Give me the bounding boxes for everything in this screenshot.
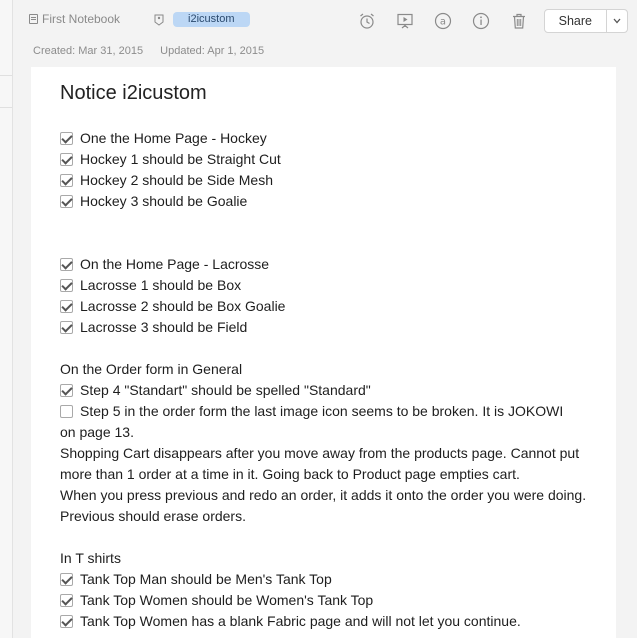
checkbox-checked[interactable]: [60, 174, 73, 187]
checklist-text: Lacrosse 3 should be Field: [80, 319, 248, 335]
note-metadata: Created: Mar 31, 2015 Updated: Apr 1, 20…: [33, 45, 278, 57]
checklist-text: Tank Top Man should be Men's Tank Top: [80, 571, 332, 587]
checkbox-checked[interactable]: [60, 258, 73, 271]
checklist-item: Step 5 in the order form the last image …: [60, 401, 600, 422]
checklist-item: On the Home Page - Lacrosse: [60, 254, 600, 275]
checkbox-checked[interactable]: [60, 384, 73, 397]
checklist-item: Hockey 1 should be Straight Cut: [60, 149, 600, 170]
checkbox-checked[interactable]: [60, 300, 73, 313]
created-date: Created: Mar 31, 2015: [33, 45, 144, 57]
checklist-item: Hockey 2 should be Side Mesh: [60, 170, 600, 191]
mention-icon[interactable]: a: [433, 11, 453, 31]
notebook-icon: [29, 14, 38, 24]
checklist-item: Lacrosse 2 should be Box Goalie: [60, 296, 600, 317]
checklist-item: One the Home Page - Hockey: [60, 128, 600, 149]
note-title[interactable]: Notice i2icustom: [60, 82, 207, 105]
presentation-icon[interactable]: [395, 11, 415, 31]
note-body[interactable]: One the Home Page - Hockey Hockey 1 shou…: [60, 128, 600, 632]
tag-pill[interactable]: i2icustom: [173, 11, 250, 27]
checklist-text: Hockey 1 should be Straight Cut: [80, 151, 281, 167]
checklist-item: Tank Top Man should be Men's Tank Top: [60, 569, 600, 590]
checkbox-checked[interactable]: [60, 153, 73, 166]
checklist-text-continued: on page 13.: [60, 424, 134, 440]
checkbox-checked[interactable]: [60, 594, 73, 607]
checklist-item: Lacrosse 3 should be Field: [60, 317, 600, 338]
svg-text:a: a: [440, 17, 446, 28]
notebook-name: First Notebook: [42, 12, 121, 26]
checkbox-checked[interactable]: [60, 615, 73, 628]
info-icon[interactable]: [471, 11, 491, 31]
checkbox-checked[interactable]: [60, 195, 73, 208]
checklist-item: Tank Top Women has a blank Fabric page a…: [60, 611, 600, 632]
checklist-text: Tank Top Women should be Women's Tank To…: [80, 592, 374, 608]
checklist-text: One the Home Page - Hockey: [80, 130, 267, 146]
checklist-item: Lacrosse 1 should be Box: [60, 275, 600, 296]
section-heading: In T shirts: [60, 550, 121, 566]
checklist-text: Step 4 "Standart" should be spelled "Sta…: [80, 382, 371, 398]
checklist-item: Tank Top Women should be Women's Tank To…: [60, 590, 600, 611]
checkbox-checked[interactable]: [60, 279, 73, 292]
share-control: Share: [543, 9, 628, 33]
paragraph: When you press previous and redo an orde…: [60, 487, 587, 524]
sidebar-edge: [0, 0, 13, 638]
note-header: First Notebook i2icustom a Share: [12, 0, 637, 38]
updated-date: Updated: Apr 1, 2015: [160, 45, 265, 57]
checklist-text: On the Home Page - Lacrosse: [80, 256, 270, 272]
note-editor[interactable]: Notice i2icustom One the Home Page - Hoc…: [31, 67, 616, 638]
section-heading: On the Order form in General: [60, 361, 243, 377]
checkbox-checked[interactable]: [60, 132, 73, 145]
notebook-selector[interactable]: First Notebook: [29, 12, 120, 26]
checkbox-checked[interactable]: [60, 573, 73, 586]
tag-icon[interactable]: [154, 14, 164, 26]
checklist-text: Hockey 2 should be Side Mesh: [80, 172, 273, 188]
reminder-alarm-icon[interactable]: [357, 11, 377, 31]
checklist-text: Tank Top Women has a blank Fabric page a…: [80, 613, 521, 629]
checklist-text: Hockey 3 should be Goalie: [80, 193, 248, 209]
checklist-item: Step 4 "Standart" should be spelled "Sta…: [60, 380, 600, 401]
share-options-chevron-down-icon[interactable]: [606, 10, 627, 32]
paragraph: Shopping Cart disappears after you move …: [60, 445, 580, 482]
checklist-text: Lacrosse 1 should be Box: [80, 277, 242, 293]
checkbox-checked[interactable]: [60, 321, 73, 334]
checklist-item: Hockey 3 should be Goalie: [60, 191, 600, 212]
checkbox-unchecked[interactable]: [60, 405, 73, 418]
note-toolbar: a Share: [357, 9, 628, 33]
checklist-text: Lacrosse 2 should be Box Goalie: [80, 298, 286, 314]
trash-icon[interactable]: [509, 11, 529, 31]
share-button[interactable]: Share: [545, 10, 606, 32]
checklist-text: Step 5 in the order form the last image …: [80, 403, 564, 419]
